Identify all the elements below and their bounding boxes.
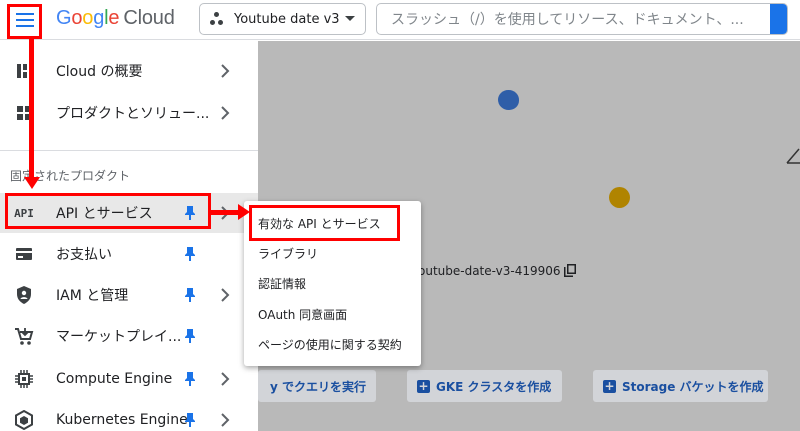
submenu-item-oauth-consent[interactable]: OAuth 同意画面	[244, 299, 421, 329]
annotation-box-enabled-apis	[249, 205, 400, 241]
project-picker[interactable]: Youtube date v3	[199, 3, 366, 35]
sidebar-item-products[interactable]: プロダクトとソリュー...	[0, 93, 258, 133]
chevron-right-icon	[221, 372, 230, 386]
annotation-box-menu	[7, 4, 42, 39]
bigquery-button[interactable]: y でクエリを実行	[258, 370, 376, 402]
search-bar[interactable]: スラッシュ（/）を使用してリソース、ドキュメント、...	[376, 3, 788, 35]
caret-down-icon	[345, 16, 355, 21]
create-gke-cluster-button[interactable]: + GKE クラスタを作成	[407, 370, 562, 402]
copy-icon[interactable]	[564, 264, 576, 277]
annotation-arrowhead-down	[24, 177, 40, 189]
sidebar-item-label: お支払い	[56, 247, 112, 263]
yellow-dot-decoration	[609, 187, 630, 208]
sidebar-item-billing[interactable]: お支払い	[0, 234, 258, 274]
submenu-item-credentials[interactable]: 認証情報	[244, 268, 421, 298]
submenu-item-page-usage-agreements[interactable]: ページの使用に関する契約	[244, 329, 421, 359]
logo-google: Google	[56, 7, 120, 29]
create-gke-cluster-label: GKE クラスタを作成	[436, 379, 552, 394]
bigquery-button-label: y でクエリを実行	[270, 379, 367, 394]
cart-icon	[15, 328, 34, 345]
chevron-right-icon	[221, 413, 230, 427]
create-storage-bucket-label: Storage バケットを作成	[622, 379, 764, 394]
triangle-decoration-icon	[786, 148, 800, 164]
chevron-right-icon	[221, 106, 230, 120]
plus-icon: +	[603, 378, 616, 393]
top-bar: Google Cloud Youtube date v3 スラッシュ（/）を使用し…	[0, 0, 800, 40]
shield-icon	[17, 286, 31, 304]
project-id-text: outube-date-v3-419906	[418, 264, 561, 278]
annotation-box-api-services	[5, 193, 211, 229]
sidebar-item-kubernetes-engine[interactable]: Kubernetes Engine	[0, 400, 258, 431]
chip-icon	[15, 370, 33, 388]
sidebar-divider	[0, 150, 258, 151]
sidebar-item-iam[interactable]: IAM と管理	[0, 275, 258, 315]
logo-cloud: Cloud	[123, 7, 175, 29]
search-placeholder: スラッシュ（/）を使用してリソース、ドキュメント、...	[391, 12, 744, 28]
billing-icon	[16, 248, 32, 260]
sidebar-item-label: マーケットプレイ...	[56, 329, 182, 345]
annotation-arrow-right	[211, 210, 239, 215]
pin-icon[interactable]	[184, 287, 196, 303]
search-button[interactable]	[770, 4, 787, 34]
sidebar-item-label: プロダクトとソリュー...	[56, 106, 210, 122]
sidebar-item-marketplace[interactable]: マーケットプレイ...	[0, 316, 258, 356]
create-storage-bucket-button[interactable]: + Storage バケットを作成	[593, 370, 768, 402]
blue-dot-decoration	[498, 90, 519, 110]
hexagon-icon	[15, 410, 33, 430]
project-name: Youtube date v3	[234, 11, 340, 27]
sidebar-item-cloud-overview[interactable]: Cloud の概要	[0, 51, 258, 91]
sidebar-item-label: IAM と管理	[56, 288, 129, 304]
annotation-arrow-down	[29, 39, 34, 179]
pin-icon[interactable]	[184, 412, 196, 428]
project-dots-icon	[210, 12, 224, 26]
pin-icon[interactable]	[184, 246, 196, 262]
sidebar-item-label: Cloud の概要	[56, 64, 143, 80]
pin-icon[interactable]	[184, 371, 196, 387]
plus-icon: +	[417, 378, 430, 393]
sidebar-item-compute-engine[interactable]: Compute Engine	[0, 359, 258, 399]
sidebar-item-label: Kubernetes Engine	[56, 412, 188, 428]
navigation-sidebar: Cloud の概要 プロダクトとソリュー... 固定されたプロダクト API A…	[0, 41, 258, 431]
google-cloud-logo[interactable]: Google Cloud	[56, 7, 175, 30]
sidebar-item-label: Compute Engine	[56, 371, 173, 387]
pin-icon[interactable]	[184, 328, 196, 344]
chevron-right-icon	[221, 64, 230, 78]
submenu-item-library[interactable]: ライブラリ	[244, 238, 421, 268]
chevron-right-icon	[221, 288, 230, 302]
